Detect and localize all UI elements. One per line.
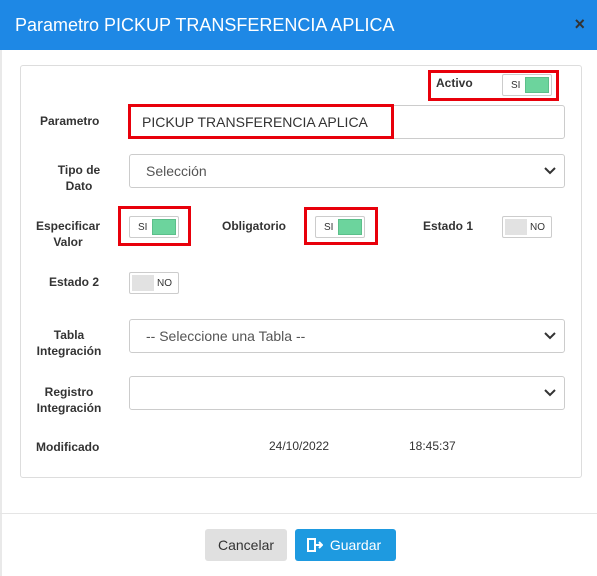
especificar-valor-label-line1: Especificar <box>35 219 101 233</box>
chevron-down-icon <box>544 389 556 397</box>
chevron-down-icon <box>544 167 556 175</box>
footer-divider <box>0 513 597 514</box>
toggle-knob <box>132 275 154 291</box>
modal-header: Parametro PICKUP TRANSFERENCIA APLICA × <box>0 0 597 50</box>
tipo-dato-label-line2: Dato <box>65 179 93 193</box>
modal-title: Parametro PICKUP TRANSFERENCIA APLICA <box>15 15 395 35</box>
estado2-state: NO <box>157 278 172 289</box>
close-icon[interactable]: × <box>574 14 585 35</box>
obligatorio-label: Obligatorio <box>222 219 286 233</box>
modificado-time: 18:45:37 <box>409 439 456 453</box>
highlight-activo <box>428 70 559 101</box>
tabla-integracion-selected: -- Seleccione una Tabla -- <box>146 328 306 344</box>
tipo-dato-selected: Selección <box>146 163 207 179</box>
tabla-integracion-label-line2: Integración <box>36 344 102 358</box>
estado1-state: NO <box>530 222 545 233</box>
estado2-label: Estado 2 <box>49 275 100 289</box>
modificado-label: Modificado <box>36 440 100 454</box>
tabla-integracion-label-line1: Tabla <box>53 328 85 342</box>
save-button[interactable]: Guardar <box>295 529 396 561</box>
tabla-integracion-select[interactable]: -- Seleccione una Tabla -- <box>129 319 565 353</box>
modificado-date: 24/10/2022 <box>269 439 330 453</box>
registro-integracion-select[interactable] <box>129 376 565 410</box>
estado1-label: Estado 1 <box>423 219 474 233</box>
highlight-obligatorio <box>304 207 378 245</box>
save-icon <box>307 538 323 552</box>
estado2-toggle[interactable]: NO <box>129 272 179 294</box>
especificar-valor-label: Especificar Valor <box>32 218 104 250</box>
modal-left-edge <box>0 50 2 576</box>
registro-integracion-label-line2: Integración <box>36 401 102 415</box>
tabla-integracion-label: Tabla Integración <box>34 327 104 359</box>
tipo-dato-label: Tipo de Dato <box>50 162 108 194</box>
chevron-down-icon <box>544 332 556 340</box>
save-button-label: Guardar <box>329 537 382 553</box>
estado1-toggle[interactable]: NO <box>502 216 552 238</box>
tipo-dato-label-line1: Tipo de <box>57 163 101 177</box>
tipo-dato-select[interactable]: Selección <box>129 154 565 188</box>
especificar-valor-label-line2: Valor <box>53 235 83 249</box>
highlight-parametro <box>128 104 394 139</box>
toggle-knob <box>505 219 527 235</box>
parametro-label: Parametro <box>40 114 100 128</box>
cancel-button[interactable]: Cancelar <box>205 529 287 561</box>
registro-integracion-label: Registro Integración <box>34 384 104 416</box>
registro-integracion-label-line1: Registro <box>44 385 94 399</box>
highlight-especificar-valor <box>118 206 191 246</box>
